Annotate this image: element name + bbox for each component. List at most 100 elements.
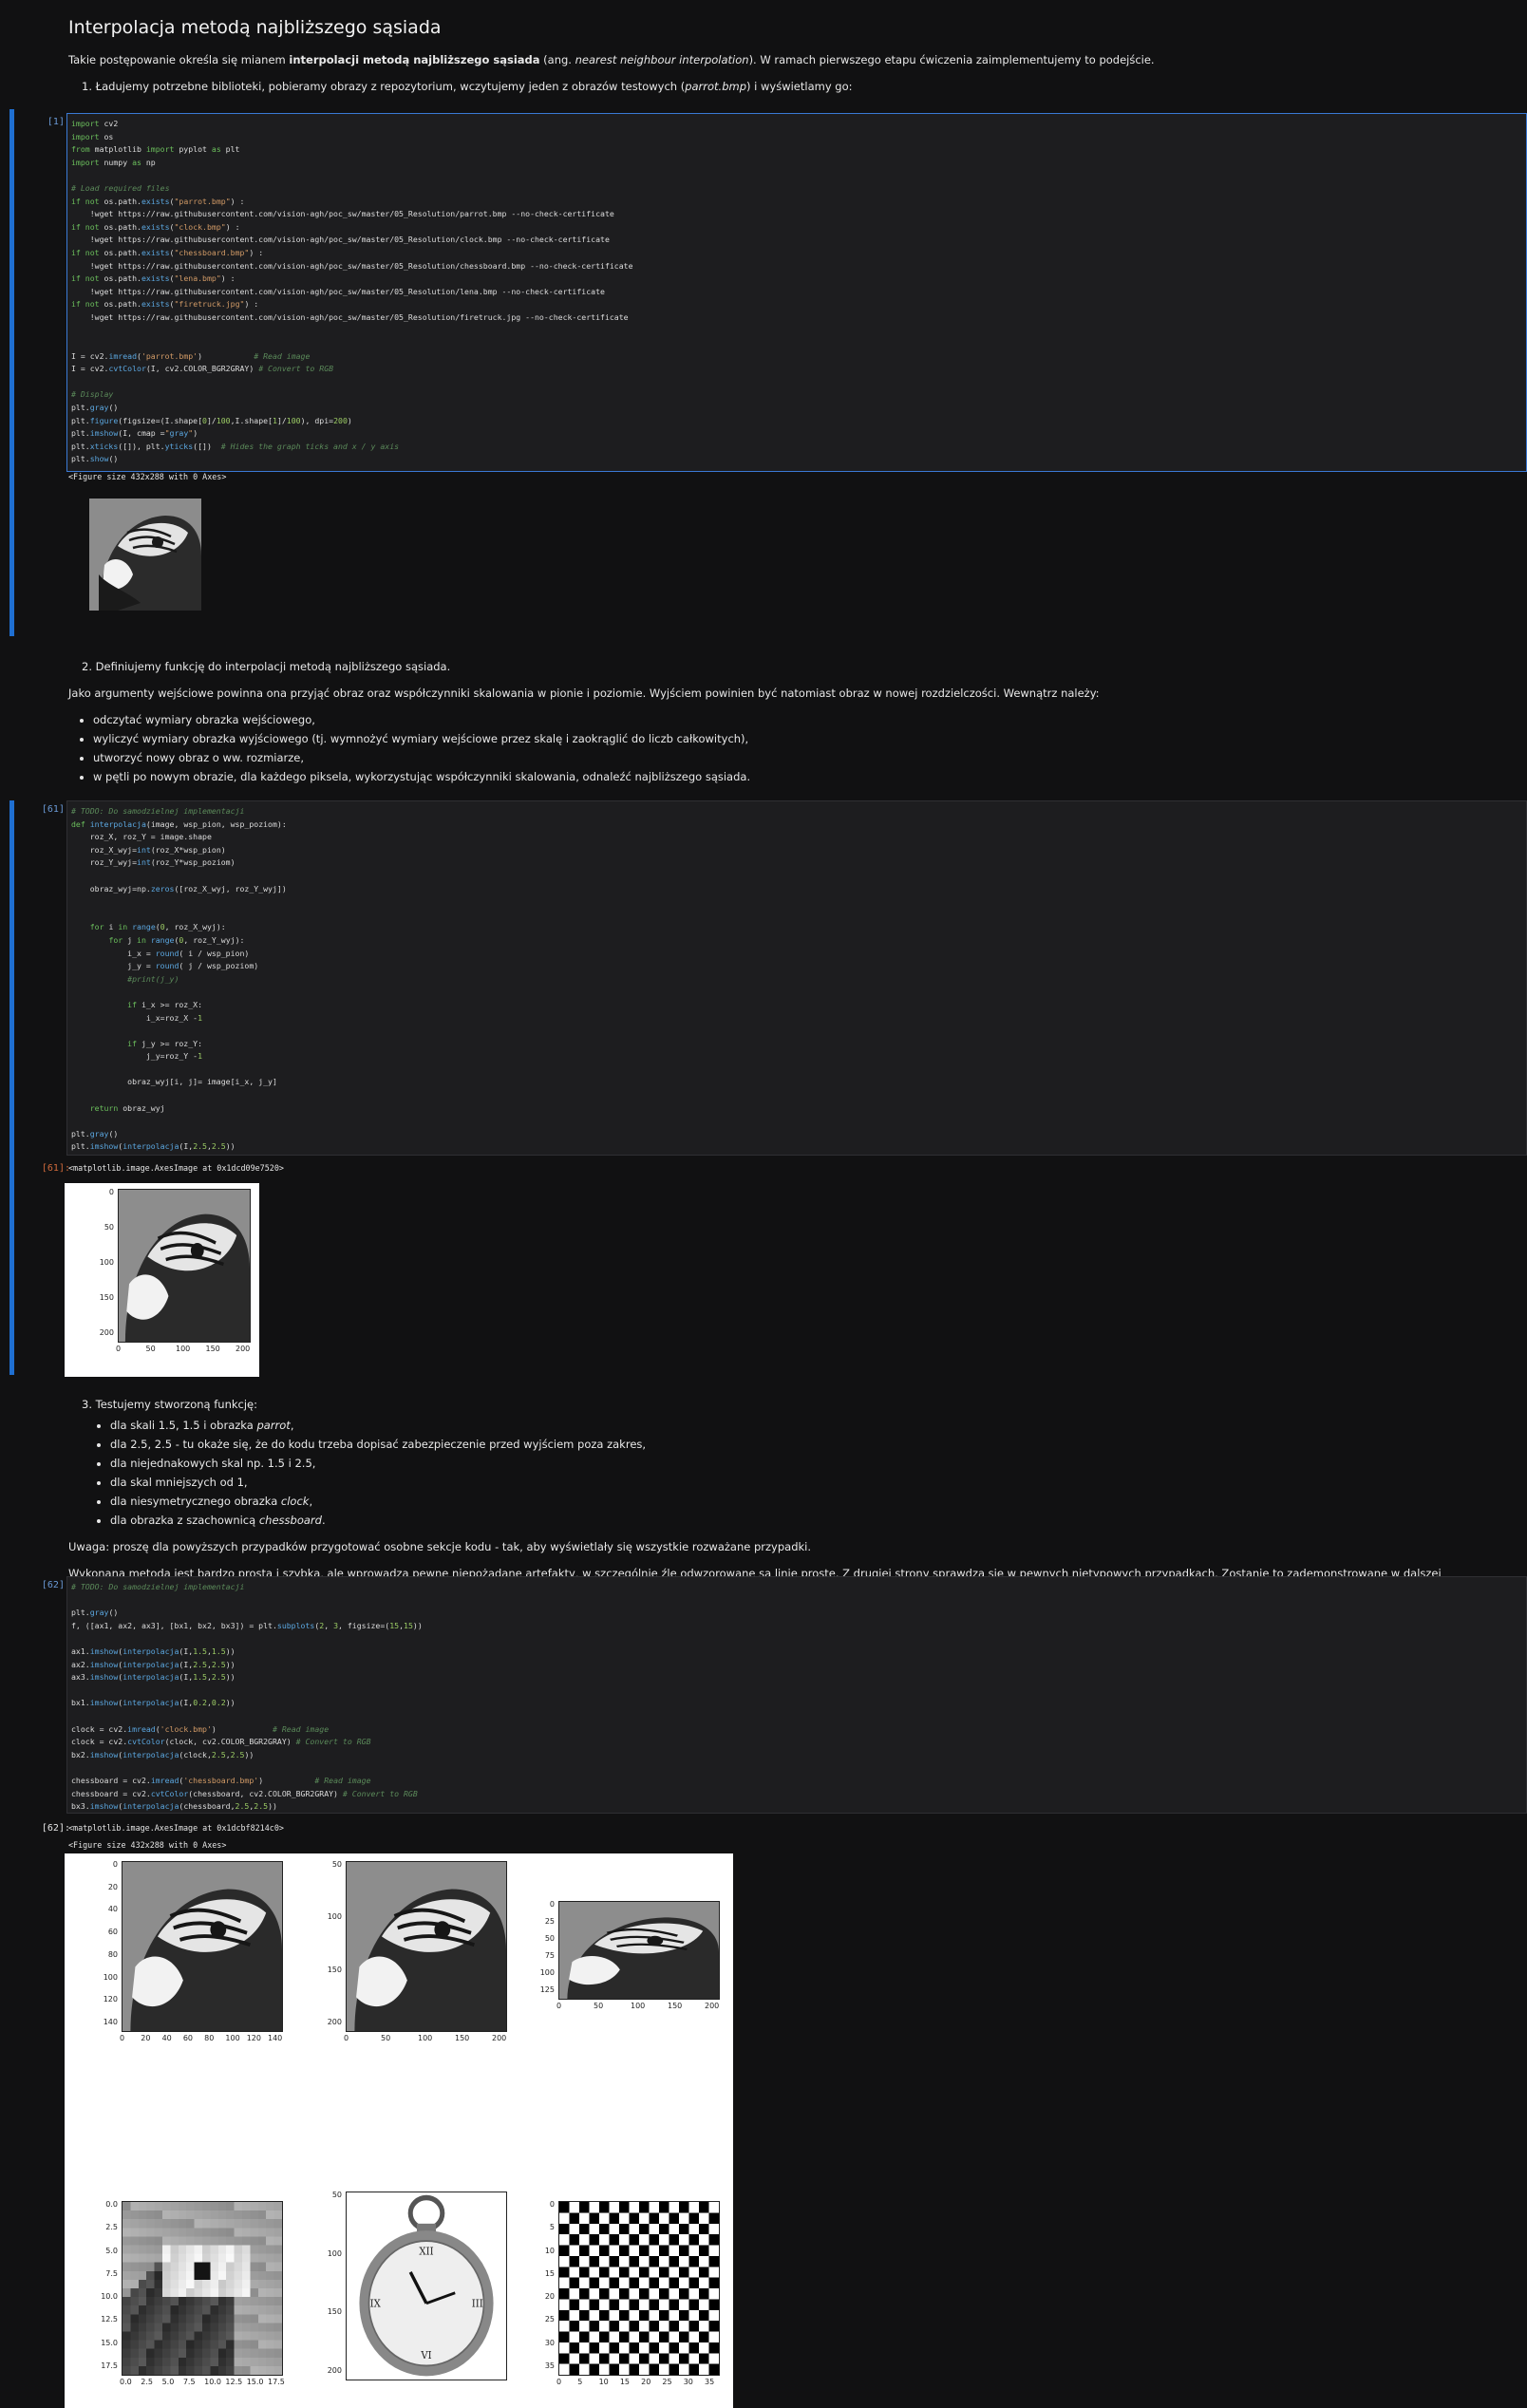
code-line: for i in range(0, roz_X_wyj): [89, 922, 226, 932]
plot-image [122, 1861, 283, 2032]
x-tick-label: 5.0 [161, 2378, 175, 2386]
code-editor[interactable]: import cv2 import os from matplotlib impor… [66, 113, 1527, 472]
intro-paragraph: Takie postępowanie określa się mianem in… [68, 53, 1155, 66]
x-tick-label: 15.0 [246, 2378, 264, 2386]
parrot-image [89, 499, 201, 611]
bullet-item: odczytać wymiary obrazka wejściowego, [93, 711, 1474, 728]
bullet-item: dla obrazka z szachownicą chessboard. [110, 1512, 1474, 1529]
x-tick-label: 100 [176, 1345, 191, 1353]
x-tick-label: 140 [268, 2034, 283, 2042]
y-tick-label: 75 [544, 1951, 555, 1960]
y-tick-label: 0 [112, 1860, 118, 1869]
code-line: i_x = round( i / wsp_pion) [71, 948, 250, 958]
y-tick-label: 100 [103, 1972, 118, 1982]
x-tick-label: 15 [619, 2378, 631, 2386]
markdown-step2: 2. Definiujemy funkcję do interpolacji m… [68, 658, 1474, 787]
y-tick-label: 120 [103, 1995, 118, 2004]
output-text: <Figure size 432x288 with 0 Axes> [68, 472, 227, 481]
code-line: if j_y >= roz_Y: [127, 1038, 203, 1048]
y-tick-label: 15 [544, 2268, 555, 2278]
axes-interpolated-parrot: 0 50 100 150 200 0 50 100 150 200 [89, 1188, 251, 1358]
plot-image [558, 1901, 720, 2000]
y-tick-label: 0 [549, 2200, 555, 2209]
x-tick-label: 120 [246, 2034, 261, 2042]
code-line: roz_X_wyj=int(roz_X*wsp_pion) [71, 844, 226, 855]
x-tick-label: 0 [556, 2378, 562, 2386]
step2-item: 2. Definiujemy funkcję do interpolacji m… [82, 660, 451, 673]
x-tick-label: 7.5 [182, 2378, 196, 2386]
step3-bullet-list: dla skali 1.5, 1.5 i obrazka parrot, dla … [68, 1417, 1474, 1529]
code-line: chessboard = cv2.imread('chessboard.bmp'… [71, 1775, 371, 1785]
code-cell-3[interactable]: [62]: # TODO: Do samodzielnej implementa… [9, 1576, 1527, 2408]
y-tick-label: 150 [327, 2307, 342, 2317]
y-tick-label: 140 [103, 2018, 118, 2026]
code-line: # TODO: Do samodzielnej implementacji [71, 806, 245, 816]
code-line: !wget https://raw.githubusercontent.com/… [71, 286, 605, 296]
y-tick-label: 60 [107, 1928, 118, 1937]
x-tick-label: 100 [418, 2034, 433, 2042]
code-editor[interactable]: # TODO: Do samodzielnej implementacji pl… [66, 1576, 1527, 1814]
y-tick-label: 30 [544, 2338, 555, 2347]
code-line: ax1.imshow(interpolacja(I,1.5,1.5)) [71, 1646, 236, 1656]
bullet-item: wyliczyć wymiary obrazka wyjściowego (tj… [93, 730, 1474, 747]
code-line: !wget https://raw.githubusercontent.com/… [71, 260, 633, 271]
code-cell-2[interactable]: [61]: # TODO: Do samodzielnej implementa… [9, 800, 1527, 1377]
x-tick-label: 10 [598, 2378, 609, 2386]
code-line: for j in range(0, roz_Y_wyj): [108, 934, 245, 945]
x-tick-label: 150 [455, 2034, 470, 2042]
x-tick-label: 0 [120, 2034, 125, 2042]
y-tick-label: 5.0 [105, 2246, 118, 2255]
x-tick-label: 25 [662, 2378, 672, 2386]
y-tick-label: 100 [539, 1968, 555, 1977]
x-tick-label: 200 [236, 1345, 251, 1353]
step2-description: Jako argumenty wejściowe powinna ona prz… [68, 687, 1100, 700]
input-prompt: [61]: [41, 804, 70, 815]
svg-text:XII: XII [419, 2246, 433, 2257]
x-tick-label: 0 [116, 1345, 122, 1353]
y-tick-label: 15.0 [101, 2338, 118, 2347]
y-tick-label: 5 [549, 2223, 555, 2232]
code-editor[interactable]: # TODO: Do samodzielnej implementacji def… [66, 800, 1527, 1156]
x-tick-label: 0 [556, 2002, 562, 2010]
subplot-bx1: 0.0 2.5 5.0 7.5 10.0 12.5 15.0 17.5 0.0 2.5 5.0 7.5… [93, 2200, 285, 2391]
code-line: obraz_wyj=np.zeros([roz_X_wyj, roz_Y_wyj… [71, 883, 287, 894]
x-tick-label: 0.0 [120, 2378, 132, 2386]
code-line: chessboard = cv2.cvtColor(chessboard, cv… [71, 1788, 418, 1798]
code-line: j_y=roz_Y -1 [71, 1051, 203, 1062]
code-line: i_x=roz_X -1 [71, 1012, 203, 1023]
y-tick-label: 150 [99, 1293, 114, 1302]
code-line: clock = cv2.imread('clock.bmp') # Read i… [71, 1723, 330, 1734]
y-tick-label: 80 [107, 1949, 118, 1959]
y-tick-label: 12.5 [101, 2315, 118, 2324]
y-tick-label: 150 [327, 1965, 342, 1974]
code-line: bx1.imshow(interpolacja(I,0.2,0.2)) [71, 1698, 236, 1708]
y-tick-label: 0 [108, 1188, 114, 1196]
y-tick-label: 100 [327, 2248, 342, 2258]
code-line: if i_x >= roz_X: [127, 999, 203, 1009]
x-tick-label: 80 [204, 2034, 215, 2042]
output-prompt: [62]: [41, 1823, 70, 1834]
x-tick-label: 5 [577, 2378, 583, 2386]
code-cell-1[interactable]: [1]: import cv2 import os from matplotlib … [9, 109, 1527, 636]
code-line: ax2.imshow(interpolacja(I,2.5,2.5)) [71, 1659, 236, 1669]
y-tick-label: 10 [544, 2246, 555, 2255]
input-prompt: [62]: [41, 1580, 70, 1590]
code-line: return obraz_wyj [89, 1102, 165, 1113]
y-tick-label: 200 [99, 1328, 114, 1337]
plot-image: XII III VI IX [346, 2192, 507, 2380]
subplot-ax1: 0 20 40 60 80 100 120 140 0 20 40 60 80 100 120 140 [93, 1860, 283, 2047]
y-tick-label: 7.5 [105, 2268, 118, 2278]
y-tick-label: 10.0 [101, 2292, 118, 2302]
y-tick-label: 100 [327, 1912, 342, 1922]
